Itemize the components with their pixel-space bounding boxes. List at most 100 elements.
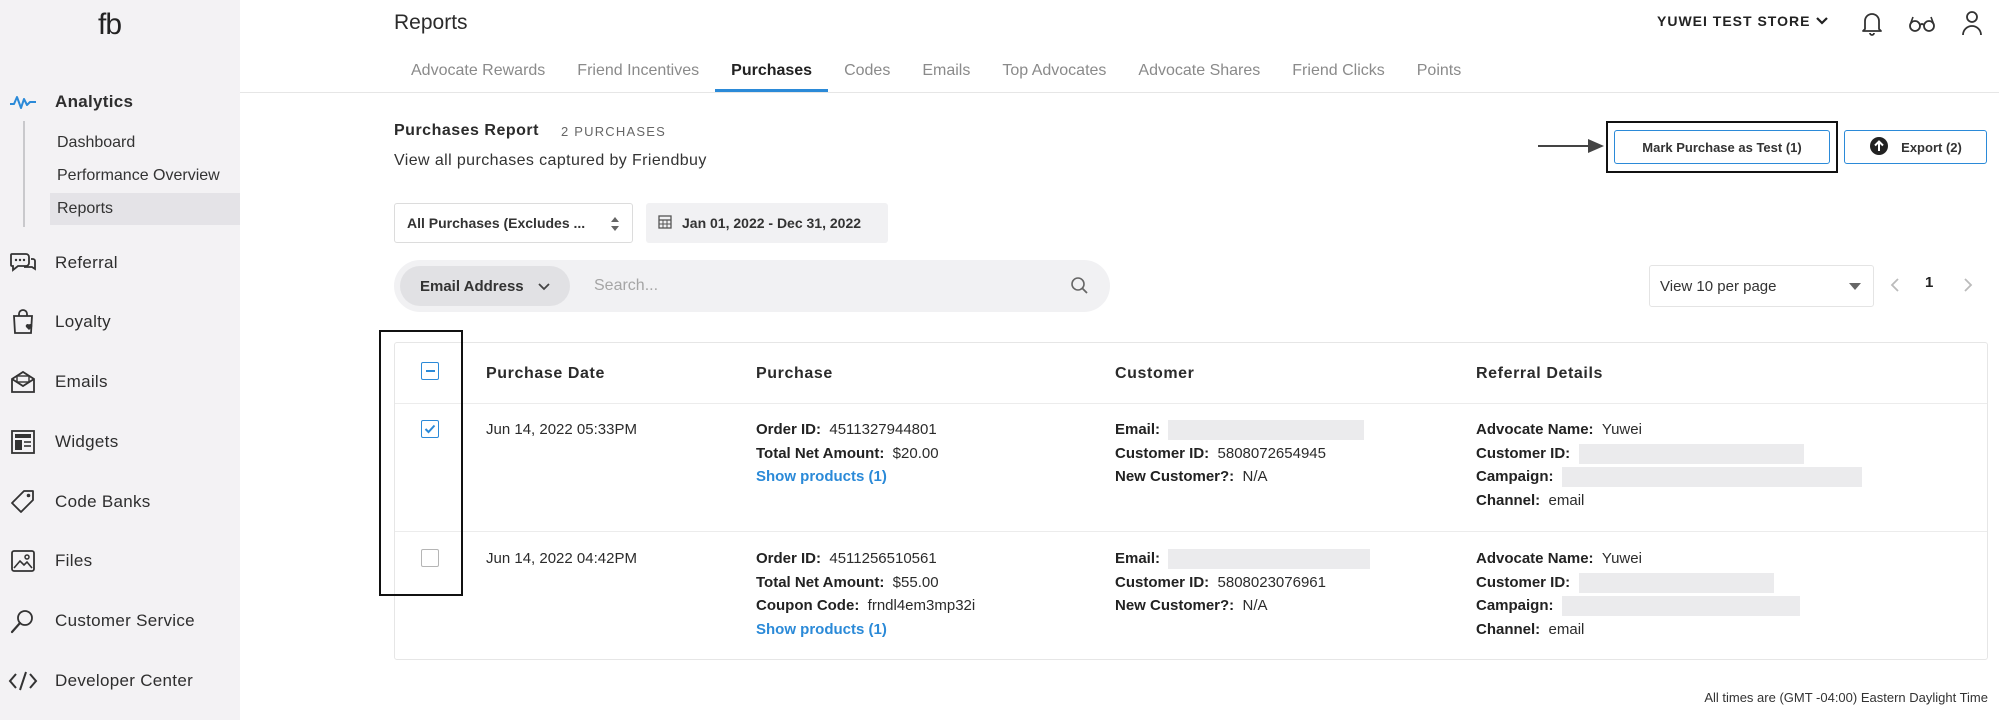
store-name: YUWEI TEST STORE: [1657, 13, 1811, 29]
select-value: All Purchases (Excludes ...: [407, 215, 586, 231]
tab-codes[interactable]: Codes: [828, 52, 906, 92]
sidebar-item-label: Code Banks: [55, 492, 151, 511]
sidebar-item-loyalty[interactable]: Loyalty: [0, 302, 240, 342]
sidebar-item-referral[interactable]: Referral: [0, 243, 240, 283]
search-icon[interactable]: [1070, 276, 1090, 301]
code-brackets-icon: [8, 666, 38, 696]
sidebar-subitem-dashboard[interactable]: Dashboard: [50, 127, 240, 159]
mark-purchase-as-test-button[interactable]: Mark Purchase as Test (1): [1614, 130, 1830, 164]
sidebar-item-label: Loyalty: [55, 312, 111, 331]
column-header-referral-details[interactable]: Referral Details: [1476, 365, 1603, 383]
envelope-open-icon: [8, 367, 38, 397]
redacted-customer-id: [1578, 443, 1804, 464]
new-customer-label: New Customer?:: [1115, 468, 1235, 485]
tab-emails[interactable]: Emails: [906, 52, 986, 92]
tab-friend-incentives[interactable]: Friend Incentives: [561, 52, 715, 92]
email-label: Email:: [1115, 421, 1161, 438]
analytics-wave-icon: [8, 87, 38, 117]
purchases-table: Purchase Date Purchase Customer Referral…: [394, 342, 1988, 660]
current-page-number[interactable]: 1: [1925, 274, 1933, 291]
search-input[interactable]: [594, 270, 1034, 302]
image-file-icon: [8, 546, 38, 576]
coupon-code-value: frndl4em3mp32i: [867, 597, 976, 614]
email-label: Email:: [1115, 550, 1161, 567]
advocate-name-value: Yuwei: [1601, 550, 1642, 567]
redacted-campaign: [1561, 467, 1862, 488]
order-id-value: 4511327944801: [829, 421, 937, 438]
search-field-value: Email Address: [420, 277, 524, 295]
customer-id-label: Customer ID:: [1115, 444, 1210, 462]
caret-down-icon: [1849, 283, 1861, 290]
redacted-customer-id: [1578, 572, 1774, 593]
page-title: Reports: [394, 11, 468, 34]
bell-icon[interactable]: [1857, 8, 1887, 38]
sidebar-subitem-performance-overview[interactable]: Performance Overview: [50, 160, 240, 192]
campaign-label: Campaign:: [1476, 468, 1554, 485]
column-header-customer[interactable]: Customer: [1115, 365, 1194, 383]
sidebar: fb Analytics Dashboard Performance Overv…: [0, 0, 240, 720]
chevron-right-icon: [1964, 278, 1973, 292]
tab-advocate-rewards[interactable]: Advocate Rewards: [395, 52, 561, 92]
tab-purchases[interactable]: Purchases: [715, 52, 829, 92]
purchase-type-select[interactable]: All Purchases (Excludes ...: [394, 203, 633, 243]
brand-logo[interactable]: fb: [98, 8, 122, 42]
show-products-link[interactable]: Show products (1): [756, 621, 887, 638]
order-id-label: Order ID:: [756, 421, 822, 438]
report-count-badge: 2 PURCHASES: [561, 124, 666, 139]
column-header-purchase-date[interactable]: Purchase Date: [486, 365, 605, 383]
sidebar-item-label: Referral: [55, 253, 118, 272]
channel-label: Channel:: [1476, 620, 1541, 638]
sidebar-item-label: Emails: [55, 372, 108, 391]
store-switcher[interactable]: YUWEI TEST STORE: [1657, 13, 1829, 29]
sidebar-subitem-reports[interactable]: Reports: [50, 193, 240, 225]
timezone-footnote: All times are (GMT -04:00) Eastern Dayli…: [1704, 690, 1988, 705]
tab-friend-clicks[interactable]: Friend Clicks: [1276, 52, 1400, 92]
chevron-down-icon: [1816, 13, 1829, 29]
sidebar-item-emails[interactable]: Emails: [0, 362, 240, 402]
sidebar-item-widgets[interactable]: Widgets: [0, 422, 240, 462]
tab-advocate-shares[interactable]: Advocate Shares: [1122, 52, 1276, 92]
new-customer-value: N/A: [1242, 597, 1268, 614]
sidebar-item-label: Analytics: [55, 92, 134, 111]
net-amount-label: Total Net Amount:: [756, 573, 885, 591]
sidebar-item-files[interactable]: Files: [0, 541, 240, 581]
sidebar-item-label: Widgets: [55, 432, 119, 451]
sidebar-item-analytics[interactable]: Analytics: [0, 82, 240, 122]
per-page-select[interactable]: View 10 per page: [1649, 265, 1874, 307]
referral-details: Advocate Name: Yuwei Customer ID: Campai…: [1476, 547, 1800, 641]
upload-circle-icon: [1869, 136, 1889, 159]
button-label: Export (2): [1901, 139, 1962, 155]
next-page-button[interactable]: [1956, 272, 1980, 298]
tab-points[interactable]: Points: [1401, 52, 1477, 92]
sidebar-item-label: Developer Center: [55, 671, 194, 690]
advocate-name-value: Yuwei: [1601, 421, 1642, 438]
channel-value: email: [1548, 620, 1585, 638]
report-tabs: Advocate Rewards Friend Incentives Purchas…: [395, 52, 1477, 92]
tab-top-advocates[interactable]: Top Advocates: [986, 52, 1122, 92]
search-field-select[interactable]: Email Address: [400, 266, 570, 306]
sidebar-item-customer-service[interactable]: Customer Service: [0, 601, 240, 641]
submenu-guide-line: [23, 121, 25, 227]
sidebar-item-code-banks[interactable]: Code Banks: [0, 482, 240, 522]
glasses-icon[interactable]: [1907, 8, 1937, 38]
show-products-link[interactable]: Show products (1): [756, 468, 887, 485]
calendar-icon: [658, 214, 672, 232]
button-label: Mark Purchase as Test (1): [1642, 139, 1802, 155]
prev-page-button[interactable]: [1883, 272, 1907, 298]
date-range-picker[interactable]: Jan 01, 2022 - Dec 31, 2022: [646, 203, 888, 243]
purchase-details: Order ID: 4511327944801 Total Net Amount…: [756, 418, 939, 489]
sidebar-item-developer-center[interactable]: Developer Center: [0, 661, 240, 701]
date-range-value: Jan 01, 2022 - Dec 31, 2022: [682, 215, 862, 231]
user-icon[interactable]: [1957, 8, 1987, 38]
net-amount-value: $20.00: [892, 444, 939, 462]
customer-details: Email: Customer ID: 5808023076961 New Cu…: [1115, 547, 1371, 618]
new-customer-value: N/A: [1242, 468, 1268, 485]
customer-details: Email: Customer ID: 5808072654945 New Cu…: [1115, 418, 1365, 489]
referral-details: Advocate Name: Yuwei Customer ID: Campai…: [1476, 418, 1862, 512]
annotation-highlight-box: [379, 330, 463, 596]
column-header-purchase[interactable]: Purchase: [756, 365, 833, 383]
export-button[interactable]: Export (2): [1844, 130, 1987, 164]
redacted-campaign: [1561, 596, 1800, 617]
sort-arrows-icon: [610, 215, 620, 236]
tag-icon: [8, 487, 38, 517]
